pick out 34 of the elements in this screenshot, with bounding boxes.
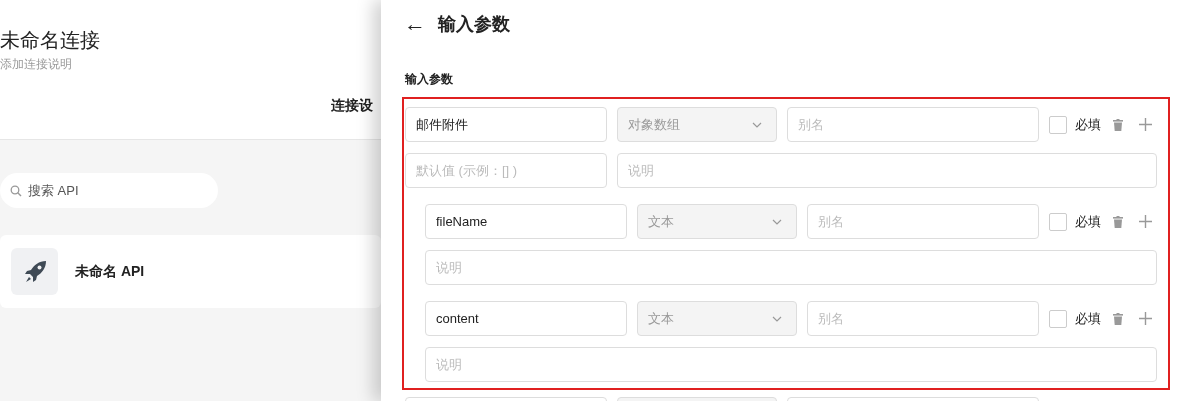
name-field[interactable]: 邮件附件 [405, 107, 607, 142]
alias-field[interactable]: 别名 [787, 107, 1039, 142]
rocket-icon [11, 248, 58, 295]
settings-tab[interactable]: 连接设 [331, 97, 373, 113]
description-field[interactable]: 说明 [617, 153, 1157, 188]
alias-field[interactable]: 别名 [807, 204, 1039, 239]
add-icon[interactable] [1139, 118, 1152, 131]
description-field[interactable]: 说明 [425, 250, 1157, 285]
delete-icon[interactable] [1113, 215, 1123, 228]
required-checkbox[interactable] [1049, 115, 1067, 134]
drawer-title: 输入参数 [438, 13, 510, 36]
delete-icon[interactable] [1113, 118, 1123, 131]
search-field[interactable]: 搜索 API [0, 173, 218, 208]
api-card[interactable]: 未命名 API [0, 235, 381, 308]
chevron-icon [772, 315, 782, 322]
required-label: 必填 [1075, 309, 1101, 328]
required-label: 必填 [1075, 115, 1101, 134]
default-value-field[interactable]: 默认值 (示例：[] ) [405, 153, 607, 188]
alias-field[interactable]: 别名 [807, 301, 1039, 336]
name-field[interactable]: fileName [425, 204, 627, 239]
name-field[interactable]: content [425, 301, 627, 336]
delete-icon[interactable] [1113, 312, 1123, 325]
required-checkbox[interactable] [1049, 212, 1067, 231]
api-name: 未命名 API [75, 262, 145, 281]
add-icon[interactable] [1139, 215, 1152, 228]
required-checkbox[interactable] [1049, 309, 1067, 328]
back-button[interactable]: ← [404, 11, 426, 37]
chevron-icon [772, 218, 782, 225]
add-icon[interactable] [1139, 312, 1152, 325]
connection-title: 未命名连接 [0, 28, 101, 52]
section-label: 输入参数 [403, 71, 454, 88]
chevron-icon [752, 121, 762, 128]
required-label: 必填 [1075, 212, 1101, 231]
description-field[interactable]: 说明 [425, 347, 1157, 382]
